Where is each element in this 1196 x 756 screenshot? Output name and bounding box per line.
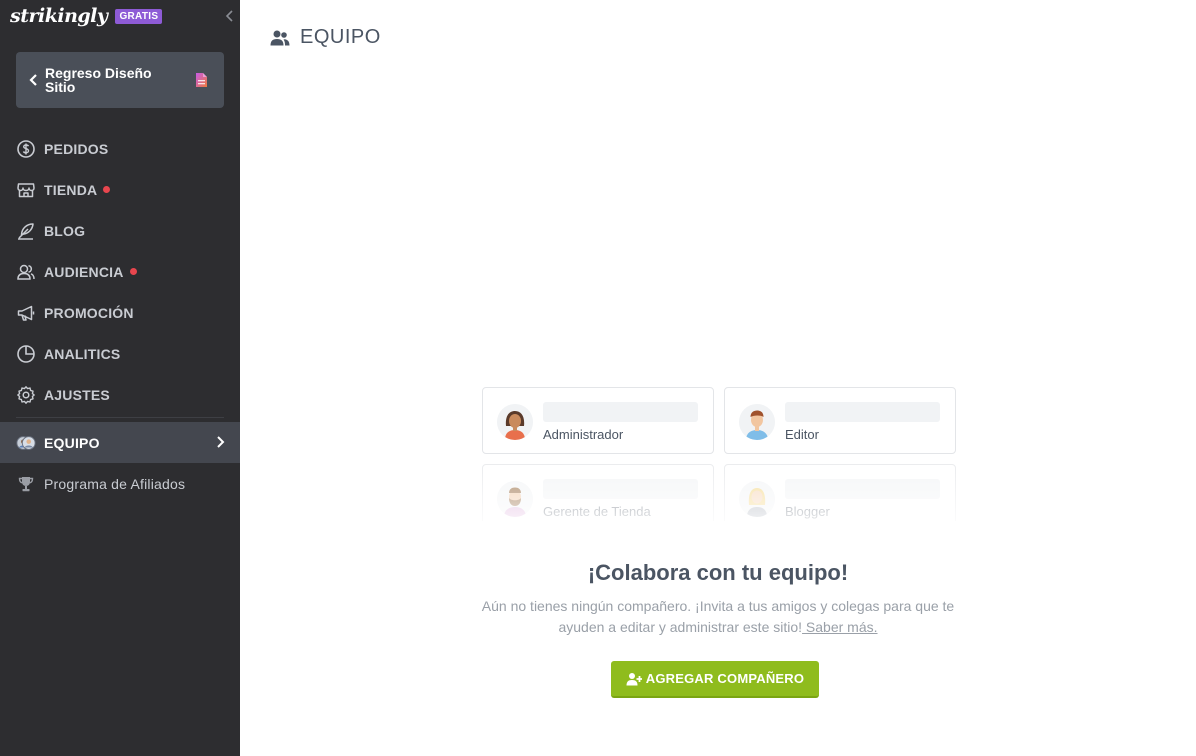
gear-icon	[16, 385, 36, 405]
role-card-gerente-de-tienda: Gerente de Tienda	[482, 464, 714, 521]
store-icon	[16, 180, 36, 200]
collapse-sidebar-button[interactable]	[224, 9, 236, 23]
learn-more-link[interactable]: Saber más.	[802, 619, 878, 635]
sidebar-item-label: PEDIDOS	[44, 140, 109, 157]
empty-state-title: ¡Colabora con tu equipo!	[587, 560, 849, 585]
trophy-icon	[16, 474, 36, 494]
sidebar-item-label: Programa de Afiliados	[44, 475, 186, 492]
role-card-administrador: Administrador	[482, 387, 714, 454]
sidebar-item-promocion[interactable]: PROMOCIÓN	[0, 292, 240, 333]
page-title: EQUIPO	[270, 26, 381, 49]
role-label: Gerente de Tienda	[543, 504, 651, 519]
page-title-text: EQUIPO	[300, 26, 381, 48]
sidebar-item-label: TIENDA	[44, 181, 98, 198]
man-avatar-icon	[739, 404, 775, 440]
dollar-circle-icon	[16, 139, 36, 159]
role-placeholder-bar	[543, 402, 698, 422]
role-placeholder-bar	[543, 479, 698, 499]
sidebar-item-label: BLOG	[44, 222, 86, 239]
megaphone-icon	[16, 303, 36, 323]
role-placeholder-bar	[785, 402, 940, 422]
notification-dot	[129, 268, 137, 275]
sidebar-item-pedidos[interactable]: PEDIDOS	[0, 128, 240, 169]
brand[interactable]: strikingly GRATIS	[10, 4, 163, 28]
back-to-site-design-label: Regreso Diseño Sitio	[45, 65, 152, 95]
notification-dot	[103, 186, 111, 193]
blonde-woman-avatar-icon	[739, 481, 775, 517]
sidebar-item-ajustes[interactable]: AJUSTES	[0, 374, 240, 415]
sidebar: strikingly GRATIS Regreso Diseño Sitio P…	[0, 0, 240, 756]
audience-icon	[16, 262, 36, 282]
plan-badge: GRATIS	[115, 8, 163, 24]
team-roles-illustration: Administrador Editor Gerente de Tienda B…	[482, 387, 958, 521]
chevron-right-icon	[217, 436, 225, 448]
woman-avatar-icon	[497, 404, 533, 440]
sidebar-item-blog[interactable]: BLOG	[0, 210, 240, 251]
team-avatars-icon	[16, 433, 36, 453]
brand-logo: strikingly	[10, 5, 108, 27]
role-card-editor: Editor	[724, 387, 956, 454]
document-icon	[196, 73, 207, 87]
role-card-blogger: Blogger	[724, 464, 956, 521]
sidebar-item-tienda[interactable]: TIENDA	[0, 169, 240, 210]
sidebar-item-label: ANALITICS	[44, 345, 121, 362]
role-label: Administrador	[543, 427, 624, 442]
role-label: Blogger	[785, 504, 830, 519]
chevron-left-icon	[29, 74, 37, 86]
sidebar-item-label: PROMOCIÓN	[44, 304, 134, 321]
app-root: strikingly GRATIS Regreso Diseño Sitio P…	[0, 0, 1196, 756]
sidebar-divider	[16, 417, 224, 418]
sidebar-item-label: AJUSTES	[44, 386, 110, 403]
sidebar-item-equipo[interactable]: EQUIPO	[0, 422, 240, 463]
sidebar-item-label: EQUIPO	[44, 434, 100, 451]
sidebar-nav: PEDIDOS TIENDA BLOG AUDIENCIA PROMOCIÓN …	[0, 128, 240, 504]
role-label: Editor	[785, 427, 819, 442]
add-teammate-label: AGREGAR COMPAÑERO	[645, 671, 805, 686]
feather-icon	[16, 221, 36, 241]
add-teammate-button[interactable]: AGREGAR COMPAÑERO	[611, 661, 819, 698]
chevron-left-icon	[225, 10, 233, 22]
back-to-site-design-button[interactable]: Regreso Diseño Sitio	[16, 52, 224, 108]
role-placeholder-bar	[785, 479, 940, 499]
add-user-icon	[626, 672, 642, 685]
empty-state-description-line1: Aún no tienes ningún compañero. ¡Invita …	[481, 598, 955, 614]
main-content: EQUIPO Administrador Editor Gerente de T…	[240, 0, 1196, 756]
empty-state-description: Aún no tienes ningún compañero. ¡Invita …	[468, 596, 968, 638]
empty-state-description-line2: ayuden a editar y administrar este sitio…	[558, 619, 803, 635]
sidebar-item-audiencia[interactable]: AUDIENCIA	[0, 251, 240, 292]
pie-chart-icon	[16, 344, 36, 364]
sidebar-item-label: AUDIENCIA	[44, 263, 124, 280]
sidebar-item-programa-afiliados[interactable]: Programa de Afiliados	[0, 463, 240, 504]
sidebar-item-analitics[interactable]: ANALITICS	[0, 333, 240, 374]
team-icon	[270, 30, 290, 45]
bearded-man-avatar-icon	[497, 481, 533, 517]
